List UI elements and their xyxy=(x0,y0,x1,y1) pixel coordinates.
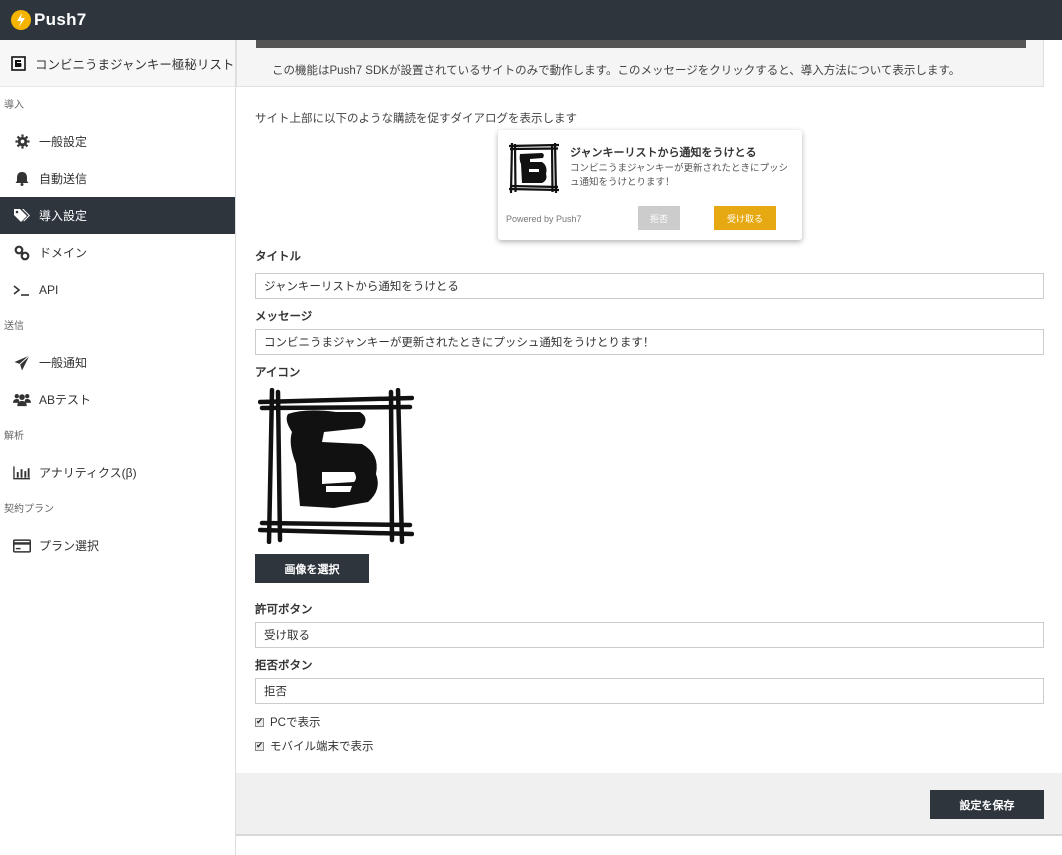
lightning-logo-icon xyxy=(11,10,31,30)
paper-plane-icon xyxy=(13,354,31,372)
sidebar-item-ab-test[interactable]: ABテスト xyxy=(0,381,235,418)
link-icon xyxy=(13,244,31,262)
sidebar-item-label: アナリティクス(β) xyxy=(39,466,137,480)
form-footer: 設定を保存 xyxy=(236,773,1062,836)
preview-title: ジャンキーリストから通知をうけとる xyxy=(570,147,757,159)
sidebar-item-domain[interactable]: ドメイン xyxy=(0,234,235,271)
show-mobile-label: モバイル端末で表示 xyxy=(270,741,374,753)
show-pc-option[interactable]: ✔ PCで表示 xyxy=(255,714,320,730)
show-mobile-checkbox[interactable]: ✔ xyxy=(255,741,264,751)
preview-accept-button[interactable]: 受け取る xyxy=(714,206,776,230)
tags-icon xyxy=(13,207,31,225)
sidebar-item-label: ABテスト xyxy=(39,393,92,407)
sidebar-item-general[interactable]: 一般設定 xyxy=(0,123,235,160)
top-bar: Push7 xyxy=(0,0,1062,40)
sidebar-item-plan-select[interactable]: プラン選択 xyxy=(0,527,235,564)
sidebar-item-install[interactable]: 導入設定 xyxy=(0,197,235,234)
section-label-intro: 導入 xyxy=(4,100,24,111)
deny-button-input[interactable] xyxy=(255,678,1044,704)
message-input[interactable] xyxy=(255,329,1044,355)
terminal-icon xyxy=(13,281,31,299)
bell-icon xyxy=(13,170,31,188)
bar-chart-icon xyxy=(13,464,31,482)
section-label-analysis: 解析 xyxy=(4,431,24,442)
preview-message: コンビニうまジャンキーが更新されたときにプッシュ通知をうけとります！ xyxy=(570,163,789,188)
main-content: この機能はPush7 SDKが設置されているサイトのみで動作します。このメッセー… xyxy=(236,40,1062,855)
preview-deny-button[interactable]: 拒否 xyxy=(638,206,680,230)
sidebar-item-label: 一般通知 xyxy=(39,356,88,370)
deny-button-label: 拒否ボタン xyxy=(255,660,313,672)
sidebar-item-auto-send[interactable]: 自動送信 xyxy=(0,160,235,197)
sdk-notice[interactable]: この機能はPush7 SDKが設置されているサイトのみで動作します。このメッセー… xyxy=(236,40,1044,87)
site-avatar-icon xyxy=(11,55,26,71)
sidebar-item-api[interactable]: API xyxy=(0,271,235,308)
sidebar-item-label: 自動送信 xyxy=(39,172,88,186)
notice-text: この機能はPush7 SDKが設置されているサイトのみで動作します。このメッセー… xyxy=(272,65,961,77)
title-input[interactable] xyxy=(255,273,1044,299)
sidebar-item-notify[interactable]: 一般通知 xyxy=(0,344,235,381)
site-icon-preview xyxy=(258,388,414,544)
show-pc-checkbox[interactable]: ✔ xyxy=(255,717,264,727)
save-settings-button[interactable]: 設定を保存 xyxy=(930,790,1044,819)
sidebar-item-label: 一般設定 xyxy=(39,135,88,149)
section-label-plan: 契約プラン xyxy=(4,504,54,515)
message-label: メッセージ xyxy=(255,311,313,323)
credit-card-icon xyxy=(13,537,31,555)
sidebar-item-label: API xyxy=(39,282,59,297)
notice-header-strip xyxy=(256,40,1026,48)
app-logo-text[interactable]: Push7 xyxy=(34,10,87,30)
dialog-preview: ジャンキーリストから通知をうけとる コンビニうまジャンキーが更新されたときにプッ… xyxy=(498,130,802,240)
allow-button-input[interactable] xyxy=(255,622,1044,648)
allow-button-label: 許可ボタン xyxy=(255,604,313,616)
site-name: コンビニうまジャンキー極秘リスト xyxy=(35,57,235,72)
users-icon xyxy=(13,391,31,409)
powered-by-text: Powered by Push7 xyxy=(506,214,582,224)
show-mobile-option[interactable]: ✔ モバイル端末で表示 xyxy=(255,738,374,754)
sidebar-item-label: ドメイン xyxy=(39,246,88,260)
select-image-button[interactable]: 画像を選択 xyxy=(255,554,369,583)
sidebar-item-analytics[interactable]: アナリティクス(β) xyxy=(0,454,235,491)
site-selector[interactable]: コンビニうまジャンキー極秘リスト xyxy=(0,40,235,87)
preview-site-icon xyxy=(508,142,560,194)
show-pc-label: PCで表示 xyxy=(270,717,321,729)
section-label-send: 送信 xyxy=(4,321,24,332)
gear-icon xyxy=(13,133,31,151)
sidebar-item-label: プラン選択 xyxy=(39,539,100,553)
sidebar-item-label: 導入設定 xyxy=(39,209,88,223)
title-label: タイトル xyxy=(255,251,301,263)
dialog-description: サイト上部に以下のような購読を促すダイアログを表示します xyxy=(255,113,577,125)
icon-label: アイコン xyxy=(255,367,301,379)
sidebar: コンビニうまジャンキー極秘リスト 導入 一般設定 自動送信 導入設定 ドメイン … xyxy=(0,40,236,855)
